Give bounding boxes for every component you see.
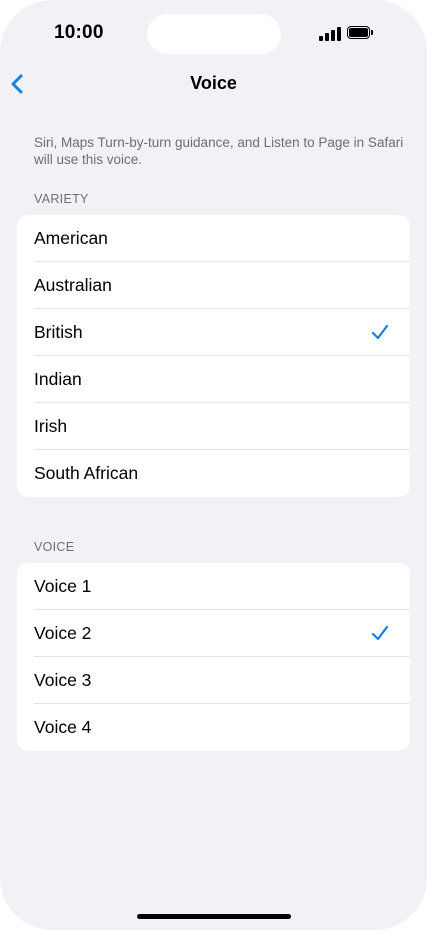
- checkmark-icon: [371, 625, 389, 641]
- variety-row-label: South African: [34, 463, 139, 483]
- variety-row-irish[interactable]: Irish: [17, 403, 410, 450]
- variety-row-american[interactable]: American: [17, 215, 410, 262]
- variety-row-label: Australian: [34, 275, 112, 295]
- page-title: Voice: [190, 73, 237, 93]
- checkmark-icon: [371, 324, 389, 340]
- variety-row-british[interactable]: British: [17, 309, 410, 356]
- cellular-signal-icon: [319, 27, 341, 41]
- voice-row-label: Voice 3: [34, 670, 92, 690]
- variety-row-indian[interactable]: Indian: [17, 356, 410, 403]
- section-header-variety: VARIETY: [34, 192, 89, 206]
- variety-row-label: British: [34, 322, 83, 342]
- variety-row-australian[interactable]: Australian: [17, 262, 410, 309]
- variety-row-label: Indian: [34, 369, 82, 389]
- variety-row-label: American: [34, 228, 108, 248]
- variety-row-label: Irish: [34, 416, 68, 436]
- voice-row-label: Voice 1: [34, 576, 92, 596]
- navigation-bar: Voice: [0, 62, 427, 106]
- status-bar: 10:00: [0, 0, 427, 70]
- voice-row-voice-2[interactable]: Voice 2: [17, 610, 410, 657]
- dynamic-island: [147, 14, 281, 54]
- voice-row-voice-3[interactable]: Voice 3: [17, 657, 410, 704]
- variety-list: American Australian British Indian Irish Sout…: [17, 215, 410, 497]
- phone-screen: 10:00 Voice Siri, Maps Turn-by-turn guid…: [0, 0, 427, 930]
- section-header-voice: VOICE: [34, 540, 75, 554]
- voice-description: Siri, Maps Turn-by-turn guidance, and Li…: [34, 135, 404, 167]
- voice-row-voice-4[interactable]: Voice 4: [17, 704, 410, 751]
- variety-row-south-african[interactable]: South African: [17, 450, 410, 497]
- home-indicator[interactable]: [137, 914, 291, 919]
- voice-row-voice-1[interactable]: Voice 1: [17, 563, 410, 610]
- battery-icon: [347, 26, 373, 40]
- voice-row-label: Voice 2: [34, 623, 92, 643]
- status-time: 10:00: [54, 22, 104, 43]
- voice-row-label: Voice 4: [34, 717, 92, 737]
- voice-list: Voice 1 Voice 2 Voice 3 Voice 4: [17, 563, 410, 751]
